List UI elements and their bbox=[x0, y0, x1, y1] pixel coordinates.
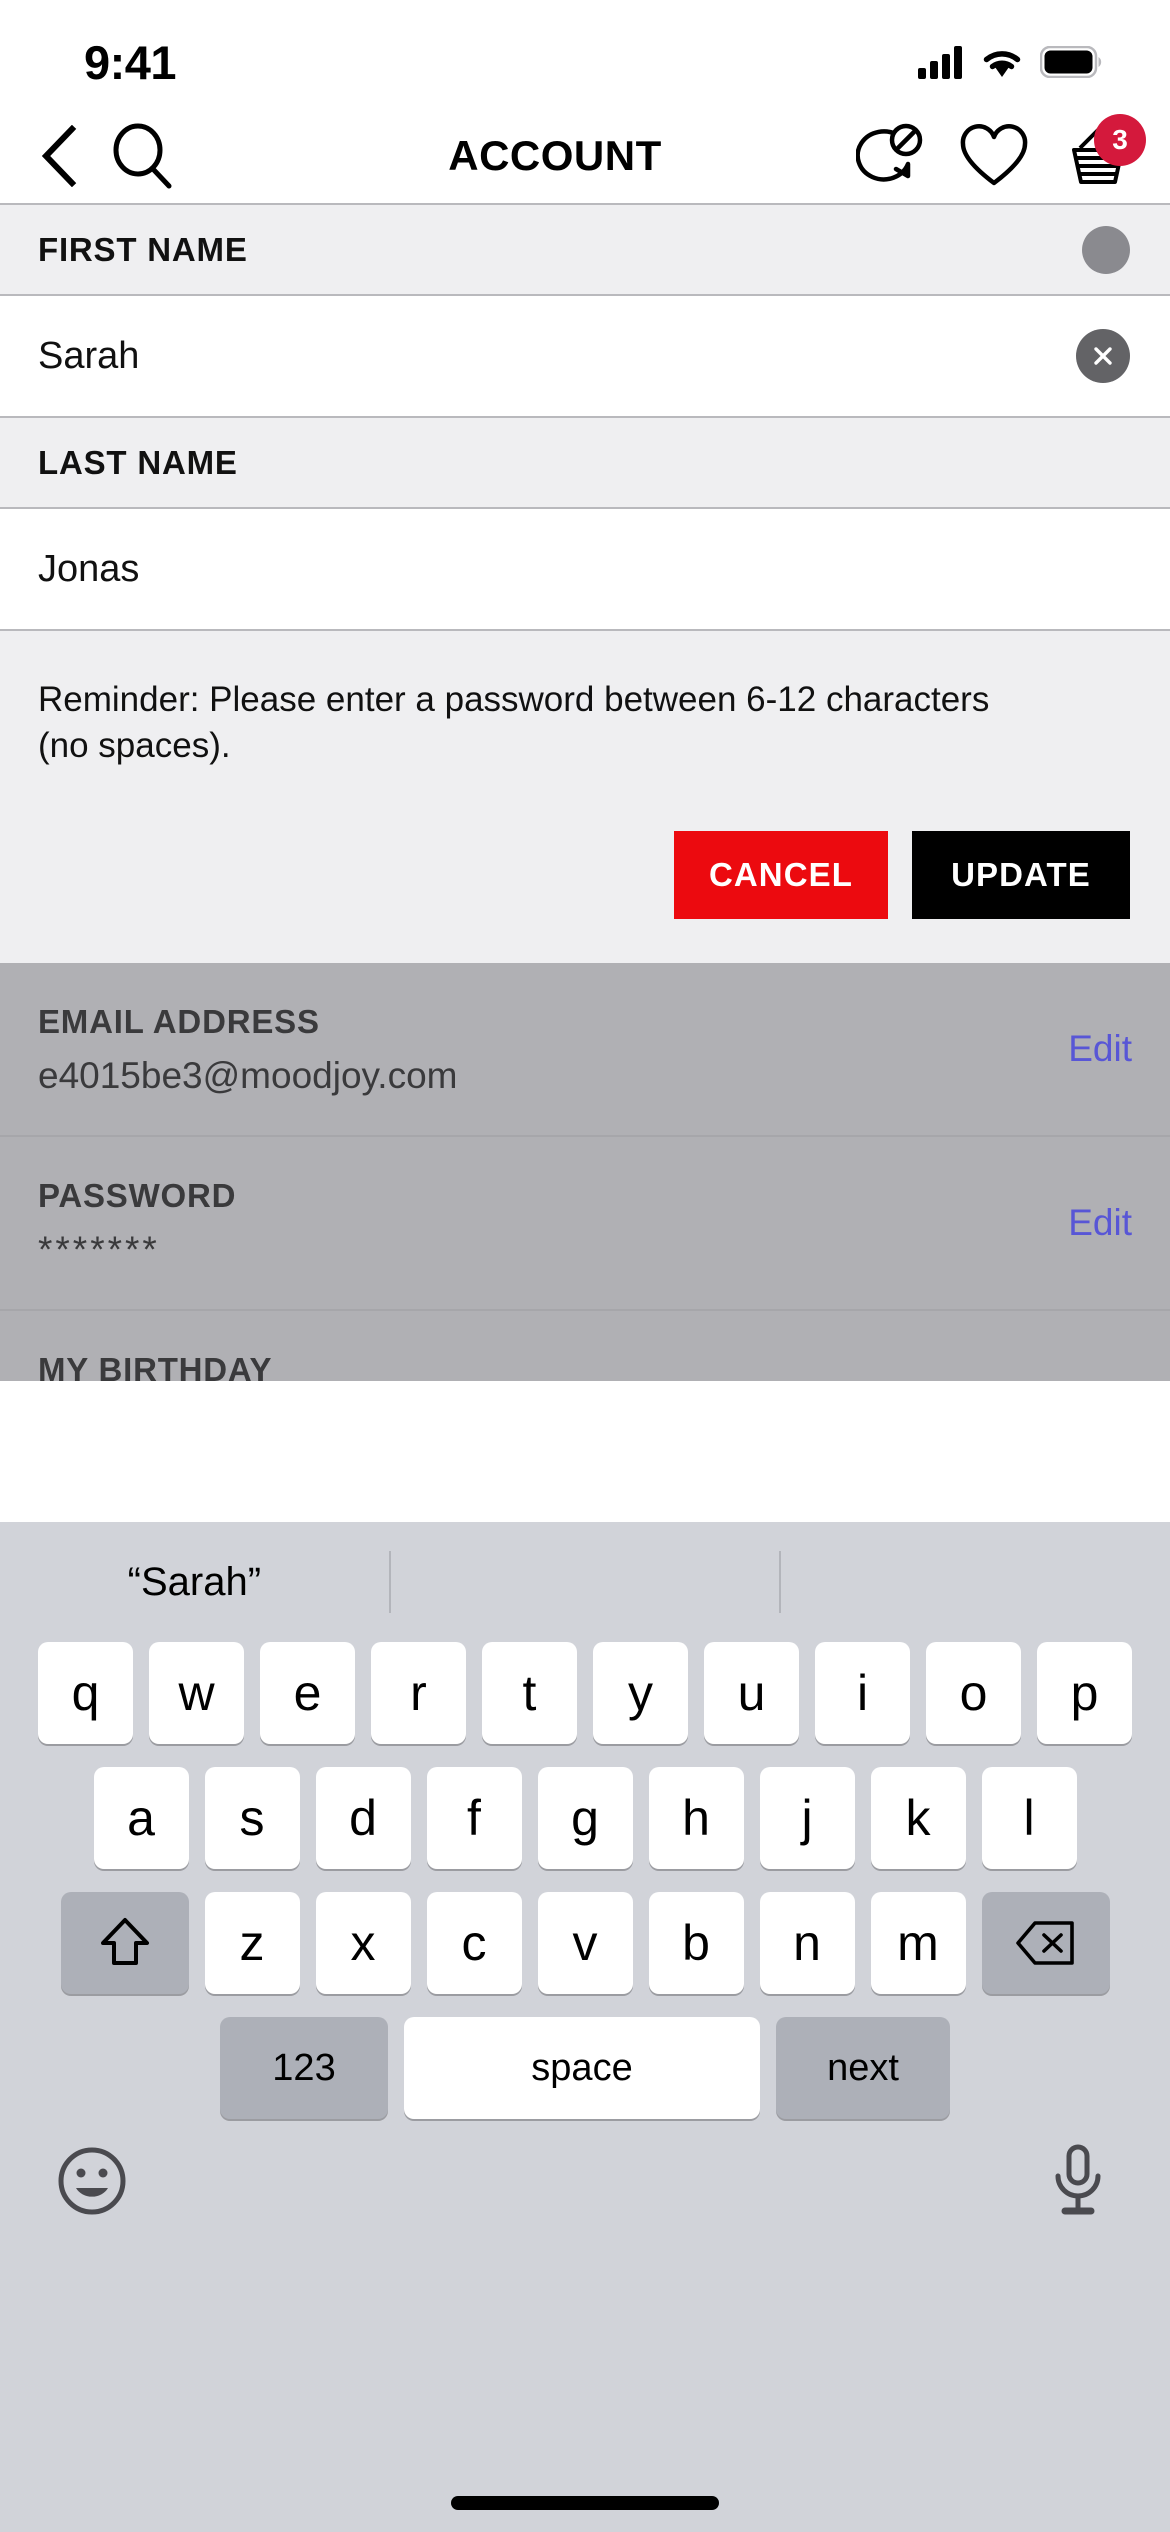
key-z[interactable]: z bbox=[204, 1892, 300, 1994]
first-name-label: FIRST NAME bbox=[38, 230, 248, 268]
nav-left-group bbox=[24, 120, 178, 192]
edit-password-link[interactable]: Edit bbox=[1068, 1202, 1132, 1244]
key-x[interactable]: x bbox=[315, 1892, 411, 1994]
key-n[interactable]: n bbox=[759, 1892, 855, 1994]
first-name-value[interactable]: Sarah bbox=[38, 335, 139, 378]
back-chevron-icon bbox=[41, 124, 77, 187]
keyboard-row-3: z x c v b n m bbox=[0, 1892, 1170, 1994]
first-name-label-row: FIRST NAME bbox=[0, 205, 1170, 294]
key-e[interactable]: e bbox=[260, 1642, 355, 1744]
emoji-button[interactable] bbox=[56, 2145, 128, 2217]
wifi-icon bbox=[983, 50, 1021, 77]
key-j[interactable]: j bbox=[759, 1767, 855, 1869]
next-key[interactable]: next bbox=[776, 2017, 950, 2119]
key-l[interactable]: l bbox=[981, 1767, 1077, 1869]
search-icon bbox=[113, 123, 172, 188]
basket-count-badge: 3 bbox=[1094, 113, 1146, 166]
key-u[interactable]: u bbox=[704, 1642, 799, 1744]
cellular-signal-icon bbox=[918, 45, 962, 79]
back-button[interactable] bbox=[24, 120, 96, 192]
status-bar: 9:41 bbox=[0, 0, 1170, 108]
cancel-button[interactable]: CANCEL bbox=[674, 831, 888, 920]
backspace-key[interactable] bbox=[981, 1892, 1110, 1994]
first-name-input-row[interactable]: Sarah bbox=[0, 296, 1170, 416]
backspace-icon bbox=[1015, 1921, 1074, 1965]
last-name-label: LAST NAME bbox=[38, 443, 238, 481]
account-form: FIRST NAME Sarah LAST NAME Jonas Reminde… bbox=[0, 203, 1170, 964]
birthday-row: MY BIRTHDAY bbox=[0, 1311, 1170, 1381]
shift-arrow-icon bbox=[100, 1918, 149, 1965]
password-label: PASSWORD bbox=[38, 1177, 237, 1215]
reminder-panel: Reminder: Please enter a password betwee… bbox=[0, 631, 1170, 964]
last-name-value[interactable]: Jonas bbox=[38, 548, 139, 591]
key-a[interactable]: a bbox=[93, 1767, 189, 1869]
basket-button[interactable]: 3 bbox=[1060, 113, 1146, 194]
nav-right-group: 3 bbox=[856, 113, 1146, 194]
key-q[interactable]: q bbox=[38, 1642, 133, 1744]
keyboard-row-2: a s d f g h j k l bbox=[0, 1767, 1170, 1869]
last-name-input-row[interactable]: Jonas bbox=[0, 509, 1170, 629]
numbers-key[interactable]: 123 bbox=[220, 2017, 388, 2119]
key-f[interactable]: f bbox=[426, 1767, 522, 1869]
key-v[interactable]: v bbox=[537, 1892, 633, 1994]
password-row: PASSWORD ******* Edit bbox=[0, 1137, 1170, 1309]
battery-icon bbox=[1040, 46, 1102, 78]
home-indicator bbox=[451, 2496, 719, 2510]
key-t[interactable]: t bbox=[482, 1642, 577, 1744]
clear-first-name-button[interactable] bbox=[1076, 329, 1130, 383]
email-value: e4015be3@moodjoy.com bbox=[38, 1055, 458, 1097]
last-name-label-row: LAST NAME bbox=[0, 418, 1170, 507]
locked-account-section: EMAIL ADDRESS e4015be3@moodjoy.com Edit … bbox=[0, 963, 1170, 1382]
key-s[interactable]: s bbox=[204, 1767, 300, 1869]
search-button[interactable] bbox=[106, 120, 178, 192]
reminder-text: Reminder: Please enter a password betwee… bbox=[38, 680, 990, 766]
key-g[interactable]: g bbox=[537, 1767, 633, 1869]
scroll-indicator-dot[interactable] bbox=[1082, 225, 1130, 274]
key-b[interactable]: b bbox=[648, 1892, 744, 1994]
birthday-label: MY BIRTHDAY bbox=[38, 1351, 273, 1382]
key-k[interactable]: k bbox=[870, 1767, 966, 1869]
suggestion-1[interactable] bbox=[391, 1522, 780, 1642]
key-d[interactable]: d bbox=[315, 1767, 411, 1869]
autocomplete-bar: “Sarah” bbox=[0, 1522, 1170, 1642]
navigation-bar: ACCOUNT 3 bbox=[0, 108, 1170, 203]
edit-email-link[interactable]: Edit bbox=[1068, 1028, 1132, 1070]
key-y[interactable]: y bbox=[593, 1642, 688, 1744]
heart-icon bbox=[960, 123, 1028, 185]
key-o[interactable]: o bbox=[926, 1642, 1021, 1744]
keyboard-row-4: 123 space next bbox=[0, 2017, 1170, 2119]
emoji-smiley-icon bbox=[58, 2147, 126, 2215]
status-icons bbox=[918, 30, 1102, 79]
wishlist-button[interactable] bbox=[958, 120, 1030, 192]
chat-button[interactable] bbox=[856, 120, 928, 192]
suggestion-2[interactable] bbox=[781, 1522, 1170, 1642]
virtual-keyboard: “Sarah” q w e r t y u i o p a s d f g h … bbox=[0, 1522, 1170, 2532]
email-label: EMAIL ADDRESS bbox=[38, 1003, 320, 1041]
dictation-button[interactable] bbox=[1042, 2144, 1114, 2217]
email-row: EMAIL ADDRESS e4015be3@moodjoy.com Edit bbox=[0, 963, 1170, 1135]
password-value: ******* bbox=[38, 1229, 160, 1271]
key-r[interactable]: r bbox=[371, 1642, 466, 1744]
key-m[interactable]: m bbox=[870, 1892, 966, 1994]
clear-circle-icon bbox=[1094, 347, 1112, 365]
keyboard-bottom-bar bbox=[0, 2119, 1170, 2532]
key-h[interactable]: h bbox=[648, 1767, 744, 1869]
key-i[interactable]: i bbox=[815, 1642, 910, 1744]
update-button[interactable]: UPDATE bbox=[912, 831, 1130, 920]
key-p[interactable]: p bbox=[1037, 1642, 1132, 1744]
page-title: ACCOUNT bbox=[448, 131, 662, 179]
key-w[interactable]: w bbox=[149, 1642, 244, 1744]
chat-disabled-icon bbox=[856, 123, 923, 182]
suggestion-0[interactable]: “Sarah” bbox=[0, 1522, 389, 1642]
status-time: 9:41 bbox=[84, 35, 177, 89]
shift-key[interactable] bbox=[60, 1892, 189, 1994]
space-key[interactable]: space bbox=[404, 2017, 760, 2119]
microphone-icon bbox=[1055, 2144, 1101, 2215]
form-action-buttons: CANCEL UPDATE bbox=[38, 831, 1130, 920]
key-c[interactable]: c bbox=[426, 1892, 522, 1994]
keyboard-row-1: q w e r t y u i o p bbox=[0, 1642, 1170, 1744]
